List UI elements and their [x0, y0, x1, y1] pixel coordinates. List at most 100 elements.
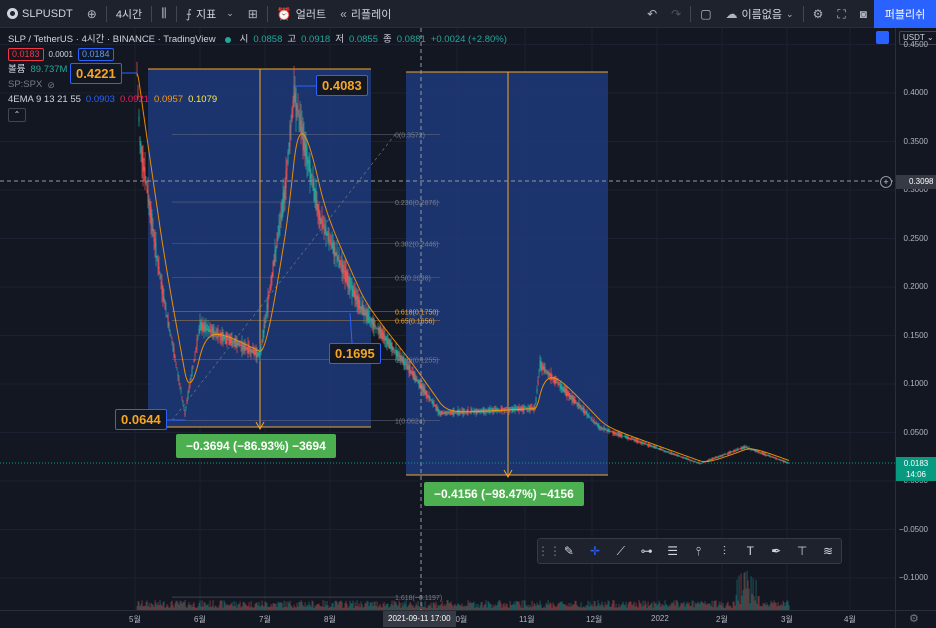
legend-title[interactable]: SLP / TetherUS · 4시간 · BINANCE · Trading…: [8, 33, 216, 47]
candle-body: [364, 309, 366, 316]
candle-body: [252, 349, 254, 354]
candle-body: [283, 190, 285, 204]
text-tool-icon[interactable]: T: [737, 539, 763, 563]
candle-body: [688, 459, 690, 460]
plus-circle-icon[interactable]: +: [880, 176, 892, 188]
redo-button[interactable]: ↷: [664, 0, 688, 28]
ema-label: 4EMA 9 13 21 55: [8, 93, 81, 105]
brush-tool-icon[interactable]: ✎: [556, 539, 582, 563]
callout-high-1[interactable]: 0.4221: [70, 63, 122, 84]
volume-bar: [244, 603, 246, 610]
trend-line-tool-icon[interactable]: ⟋: [608, 539, 634, 563]
candle-body: [151, 213, 153, 233]
note-tool-icon[interactable]: ⊤: [789, 539, 815, 563]
ema-value-3: 0.0957: [154, 93, 184, 105]
parallel-channel-tool-icon[interactable]: ☰: [660, 539, 686, 563]
candle-body: [360, 306, 362, 309]
callout-high-2[interactable]: 0.4083: [316, 75, 368, 96]
candle-body: [555, 379, 557, 384]
price-axis[interactable]: USDT ⌄ 0.4500 0.4000 0.3500 0.3000 0.2500 0.2…: [895, 28, 936, 610]
volume-bar: [622, 601, 624, 610]
candle-body: [549, 374, 551, 377]
fib-tool-icon[interactable]: ⫯: [686, 539, 712, 563]
publish-button[interactable]: 퍼블리쉬: [874, 0, 936, 28]
candle-body: [331, 242, 333, 248]
interval-button[interactable]: 4시간: [109, 0, 149, 28]
snapshot-button[interactable]: ◙: [853, 0, 874, 28]
volume-bar: [441, 600, 443, 610]
date-range-box-2[interactable]: [406, 72, 608, 475]
candle-body: [335, 252, 337, 256]
candle-body: [290, 123, 292, 127]
callout-mid[interactable]: 0.1695: [329, 343, 381, 364]
alert-button[interactable]: ⏰ 얼러트: [270, 0, 333, 28]
volume-bar: [647, 601, 649, 610]
candle-body: [731, 451, 733, 453]
eye-off-icon[interactable]: ⊘: [47, 78, 55, 92]
bid-badge[interactable]: 0.0183: [8, 48, 44, 61]
ask-badge[interactable]: 0.0184: [78, 48, 114, 61]
candle-body: [765, 454, 767, 456]
candle-body: [354, 290, 356, 301]
range-label-2[interactable]: −0.4156 (−98.47%) −4156: [424, 482, 584, 506]
legend-ema-row[interactable]: 4EMA 9 13 21 55 0.0903 0.0921 0.0957 0.1…: [8, 92, 507, 107]
pattern-tool-icon[interactable]: ⫶: [711, 539, 737, 563]
candle-body: [352, 285, 354, 297]
candle-body: [663, 450, 665, 452]
volume-bar: [699, 603, 701, 610]
symbol-search-button[interactable]: SLPUSDT: [0, 0, 80, 28]
toolbar-divider: [151, 5, 153, 22]
candle-body: [651, 446, 653, 447]
volume-bar: [415, 602, 417, 610]
candle-body: [369, 318, 371, 320]
horizontal-line-tool-icon[interactable]: ⊶: [634, 539, 660, 563]
volume-bar: [523, 600, 525, 610]
callout-low-1[interactable]: 0.0644: [115, 409, 167, 430]
pen-tool-icon[interactable]: ✒: [763, 539, 789, 563]
layout-name-label: 이름없음: [741, 9, 783, 21]
candle-body: [738, 449, 740, 450]
candle-body: [561, 385, 563, 390]
indicators-button[interactable]: ⨍ 지표 ⌄: [179, 0, 241, 28]
candle-body: [593, 419, 595, 424]
candle-body: [540, 361, 542, 370]
drag-handle-icon[interactable]: ⋮⋮: [537, 539, 561, 563]
undo-button[interactable]: ↶: [640, 0, 664, 28]
volume-bar: [449, 602, 451, 610]
candle-body: [397, 351, 399, 358]
candle-body: [756, 450, 758, 452]
candle-body: [730, 451, 732, 453]
templates-button[interactable]: ⊞: [241, 0, 265, 28]
volume-bar: [505, 603, 507, 610]
layout-toggle-button[interactable]: ▢: [693, 0, 718, 28]
candle-body: [326, 233, 328, 235]
toolbar-divider: [266, 5, 268, 22]
measure-tool-icon[interactable]: ≋: [815, 539, 841, 563]
auto-scale-button[interactable]: [876, 31, 889, 44]
crosshair-tool-icon[interactable]: ✛: [582, 539, 608, 563]
fullscreen-button[interactable]: ⛶: [830, 0, 852, 28]
range-label-1[interactable]: −0.3694 (−86.93%) −3694: [176, 434, 336, 458]
candle-body: [269, 286, 271, 292]
compare-button[interactable]: ⊕: [80, 0, 104, 28]
candle-body: [322, 225, 324, 227]
price-tick-label: 0.4500: [903, 39, 928, 49]
axis-settings-button[interactable]: ⚙: [895, 610, 936, 628]
volume-bar: [517, 601, 519, 610]
candle-body: [642, 442, 644, 444]
volume-bar: [509, 601, 511, 610]
toolbar-divider: [175, 5, 177, 22]
candle-body: [670, 452, 672, 455]
layout-name-button[interactable]: ☁ 이름없음 ⌄: [719, 0, 801, 28]
legend-collapse-button[interactable]: ⌃: [8, 107, 26, 122]
candle-body: [381, 329, 383, 339]
volume-bar: [757, 596, 759, 610]
candle-body: [700, 463, 702, 464]
candle-body: [574, 399, 576, 404]
chart-type-button[interactable]: ⫼: [154, 0, 174, 28]
candle-body: [560, 384, 562, 389]
settings-button[interactable]: ⚙: [806, 0, 831, 28]
replay-button[interactable]: « 리플레이: [333, 0, 398, 28]
candle-body: [647, 443, 649, 446]
chevron-down-icon: ⌄: [786, 8, 794, 19]
